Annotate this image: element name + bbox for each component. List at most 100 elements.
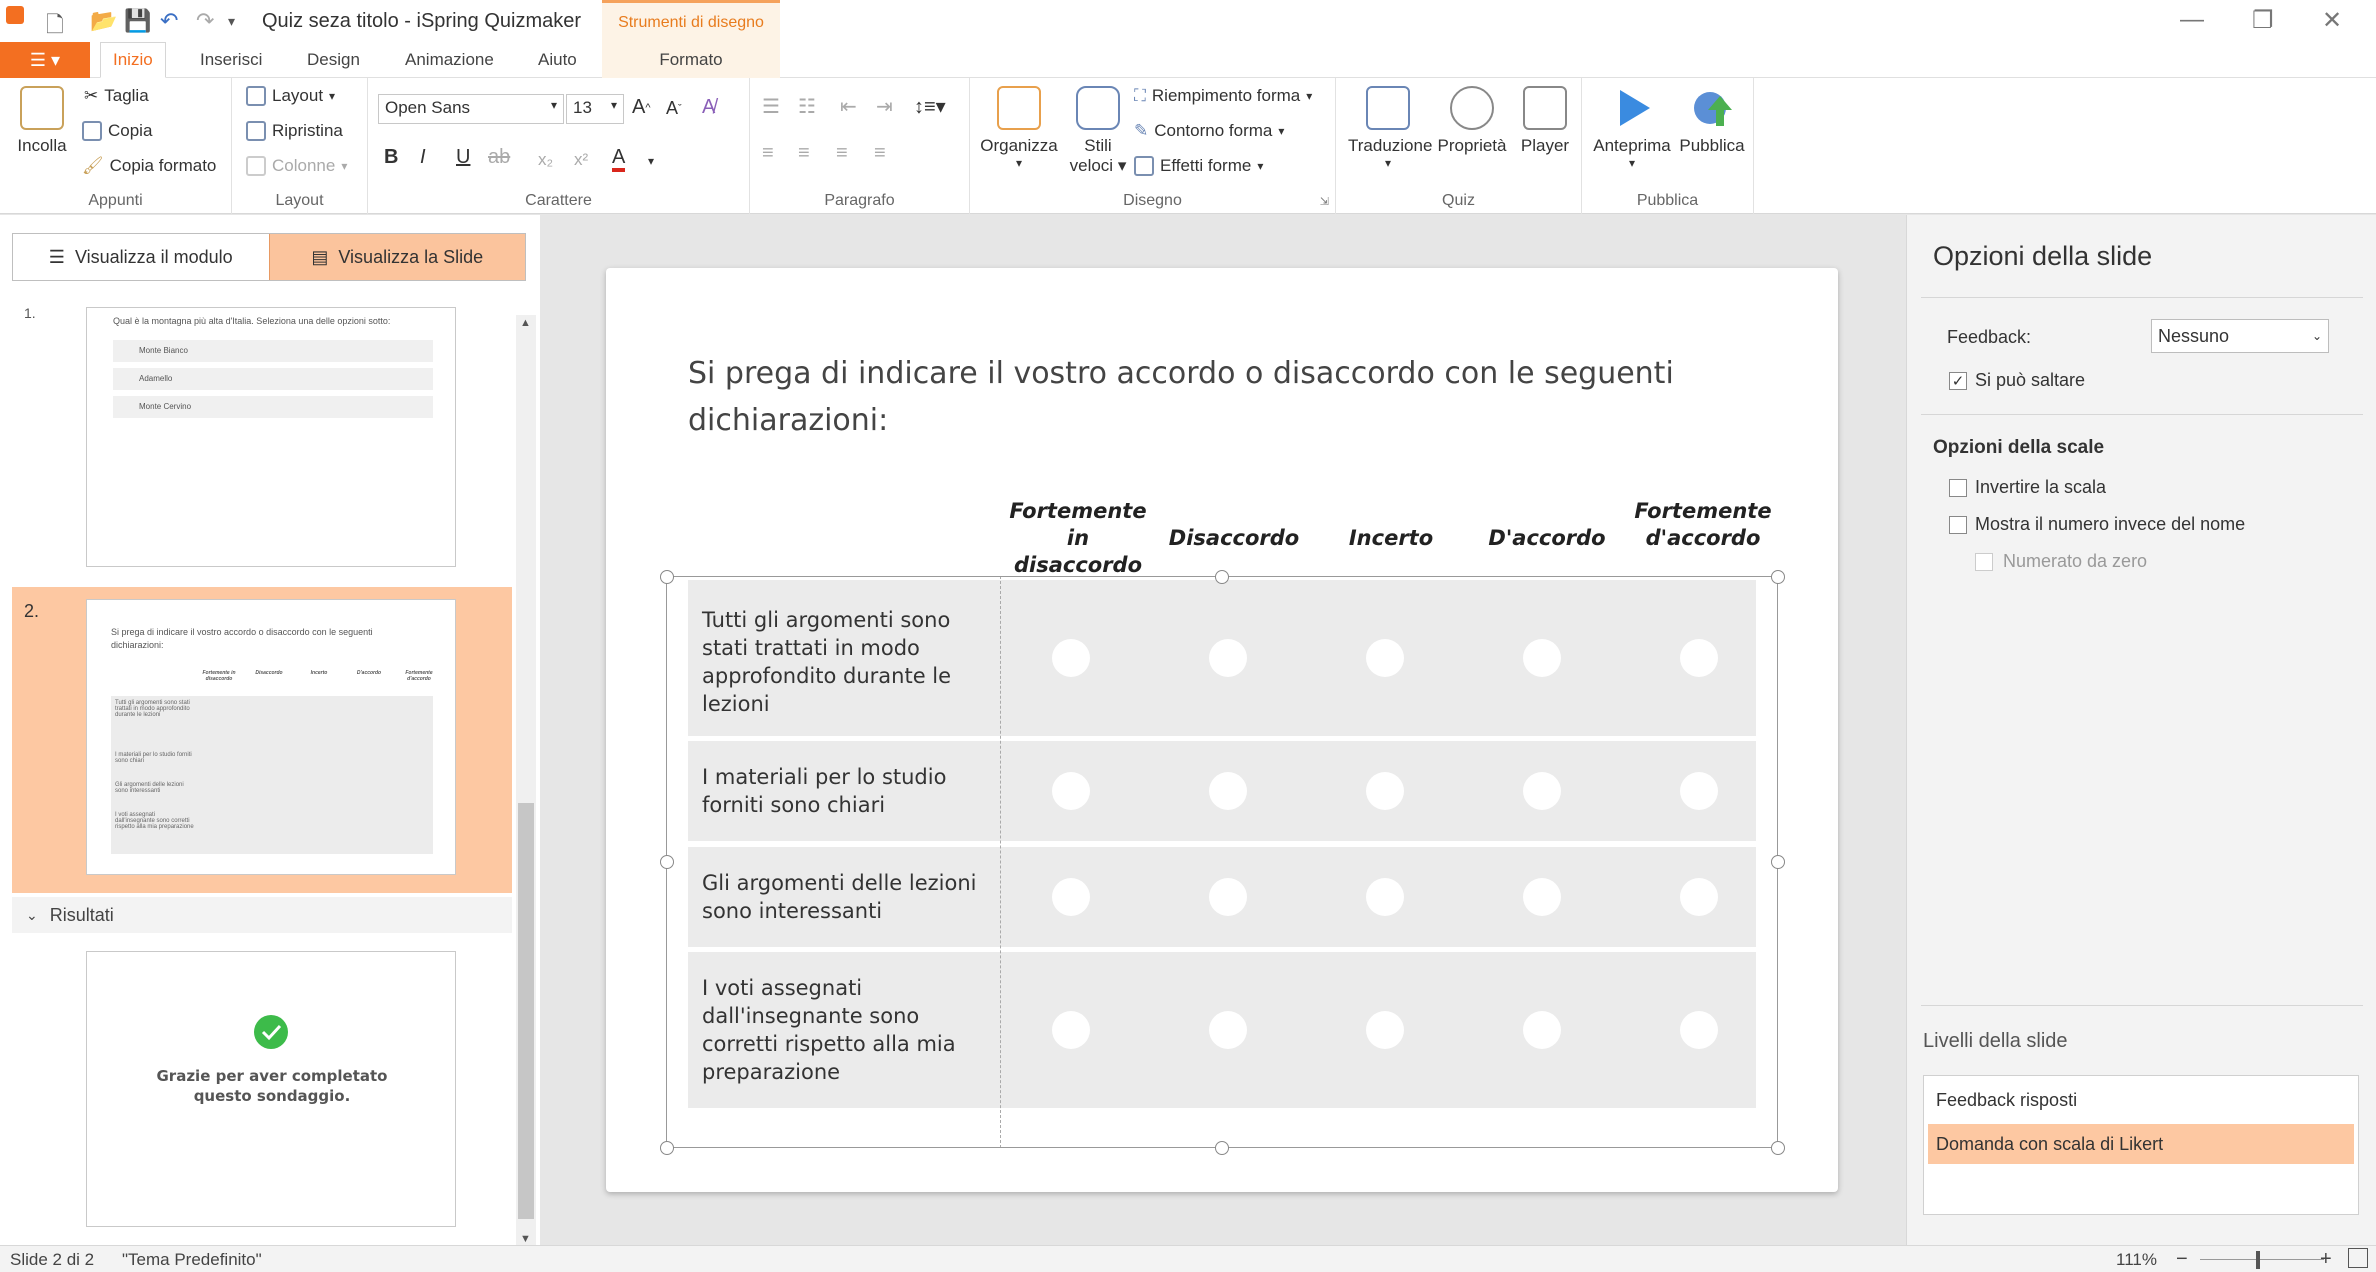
results-section-header[interactable]: ⌄ Risultati [12,897,512,933]
thumb-option: Monte Cervino [113,396,433,418]
tab-inserisci[interactable]: Inserisci [188,42,274,78]
clear-format-icon[interactable]: A̸ [702,96,715,119]
shrink-font-icon[interactable]: Aˇ [666,98,682,119]
scrollbar-thumb[interactable] [518,803,534,1219]
player-button[interactable]: Player [1512,86,1578,156]
properties-button[interactable]: Proprietà [1432,86,1512,156]
fit-to-window-icon[interactable] [2348,1248,2368,1268]
ribbon: Incolla ✂ Taglia Copia 🖌 Copia formato App… [0,78,2376,214]
font-size-select[interactable]: 13 ▾ [566,94,624,124]
publish-button[interactable]: Pubblica [1676,86,1748,156]
undo-icon[interactable]: ↶ [160,8,178,34]
resize-handle[interactable] [660,855,674,869]
dialog-launcher-icon[interactable]: ⇲ [1320,195,1329,208]
zero-based-checkbox[interactable] [1975,553,1993,571]
align-right-icon[interactable]: ≡ [836,142,848,165]
align-center-icon[interactable]: ≡ [798,142,810,165]
resize-handle[interactable] [660,570,674,584]
paste-button[interactable]: Incolla [10,86,74,156]
slide-list-scrollbar[interactable]: ▲ ▼ [516,315,536,1245]
file-menu-button[interactable]: ☰ ▾ [0,42,90,78]
restore-button[interactable]: ❐ [2252,6,2274,35]
strikethrough-button[interactable]: ab [488,146,510,169]
results-thumbnail[interactable]: Grazie per aver completato questo sondag… [86,951,456,1227]
selection-box[interactable] [666,576,1778,1148]
zoom-in-button[interactable]: + [2320,1248,2332,1271]
font-family-select[interactable]: Open Sans ▾ [378,94,564,124]
redo-icon[interactable]: ↷ [196,8,214,34]
align-left-icon[interactable]: ≡ [762,142,774,165]
increase-indent-icon[interactable]: ⇥ [876,94,893,119]
bold-button[interactable]: B [384,146,398,169]
view-module-button[interactable]: ☰ Visualizza il modulo [13,234,269,280]
justify-icon[interactable]: ≡ [874,142,886,165]
resize-handle[interactable] [660,1141,674,1155]
tab-formato[interactable]: Formato [602,42,780,78]
line-spacing-icon[interactable]: ↕≡▾ [914,94,946,119]
open-folder-icon[interactable]: 📂 [90,8,117,34]
slide-thumbnail-1[interactable]: Qual è la montagna più alta d'Italia. Se… [86,307,456,567]
font-color-button[interactable]: A [612,146,626,172]
view-slide-button[interactable]: ▤ Visualizza la Slide [268,234,525,280]
feedback-select[interactable]: Nessuno ⌄ [2151,319,2329,353]
resize-handle[interactable] [1215,1141,1229,1155]
scroll-up-icon[interactable]: ▲ [520,317,531,329]
resize-handle[interactable] [1771,855,1785,869]
group-appunti: Incolla ✂ Taglia Copia 🖌 Copia formato App… [0,78,232,214]
zoom-slider[interactable] [2200,1259,2324,1260]
tab-inizio[interactable]: Inizio [100,42,166,78]
save-icon[interactable]: 💾 [124,8,151,34]
app-logo-icon [6,6,24,24]
scale-header: Disaccordo [1159,525,1309,552]
resize-handle[interactable] [1771,1141,1785,1155]
translation-button[interactable]: Traduzione ▾ [1348,86,1432,170]
copy-button[interactable]: Copia [82,121,152,141]
superscript-button[interactable]: x² [574,150,588,170]
zoom-level: 111% [2116,1250,2157,1269]
numbering-icon[interactable]: ☷ [798,94,816,119]
columns-dropdown[interactable]: Colonne ▾ [246,156,347,176]
new-file-icon[interactable]: 🗋 [46,8,64,46]
shape-effects-dropdown[interactable]: Effetti forme ▾ [1134,156,1263,176]
results-message: Grazie per aver completato questo sondag… [156,1067,388,1105]
shape-outline-dropdown[interactable]: ✎ Contorno forma ▾ [1134,121,1284,141]
close-button[interactable]: ✕ [2322,6,2342,35]
tab-design[interactable]: Design [295,42,372,78]
subscript-button[interactable]: x₂ [538,150,553,170]
chevron-down-icon[interactable]: ▾ [648,154,654,168]
decrease-indent-icon[interactable]: ⇤ [840,94,857,119]
quick-styles-icon [1076,86,1120,130]
question-text[interactable]: Si prega di indicare il vostro accordo o… [688,350,1688,444]
resize-handle[interactable] [1215,570,1229,584]
preview-button[interactable]: Anteprima ▾ [1592,86,1672,170]
layer-item-selected[interactable]: Domanda con scala di Likert [1928,1124,2354,1164]
cut-button[interactable]: ✂ Taglia [84,86,149,106]
thumb-row: Gli argomenti delle lezioni sono interes… [115,782,184,794]
zoom-out-button[interactable]: − [2176,1248,2188,1271]
zoom-slider-thumb[interactable] [2256,1251,2260,1269]
bullets-icon[interactable]: ☰ [762,94,780,119]
layout-dropdown[interactable]: Layout ▾ [246,86,335,106]
italic-button[interactable]: I [420,146,426,169]
quick-styles-button[interactable]: Stili veloci ▾ [1064,86,1132,176]
resize-handle[interactable] [1771,570,1785,584]
customize-quick-access-icon[interactable]: ▾ [228,13,235,30]
arrange-button[interactable]: Organizza ▾ [980,86,1058,170]
minimize-button[interactable]: — [2180,6,2204,34]
scroll-down-icon[interactable]: ▼ [520,1233,531,1245]
show-number-checkbox[interactable] [1949,516,1967,534]
tab-animazione[interactable]: Animazione [393,42,506,78]
layer-item[interactable]: Feedback risposti [1928,1080,2354,1120]
reset-button[interactable]: Ripristina [246,121,343,141]
contextual-tab-header: Strumenti di disegno [602,0,780,42]
underline-button[interactable]: U [456,146,470,169]
invert-scale-checkbox[interactable] [1949,479,1967,497]
thumb-scale: D'accordo [356,670,382,676]
grow-font-icon[interactable]: A ^ [632,96,651,119]
format-painter-button[interactable]: 🖌 Copia formato [82,156,216,176]
tab-aiuto[interactable]: Aiuto [526,42,589,78]
slide-thumbnail-2[interactable]: Si prega di indicare il vostro accordo o… [86,599,456,875]
slide-row-2-selected[interactable]: 2. Si prega di indicare il vostro accord… [12,587,512,893]
shape-fill-dropdown[interactable]: ⛶ Riempimento forma ▾ [1134,86,1312,106]
skip-checkbox[interactable]: ✓ [1949,372,1967,390]
